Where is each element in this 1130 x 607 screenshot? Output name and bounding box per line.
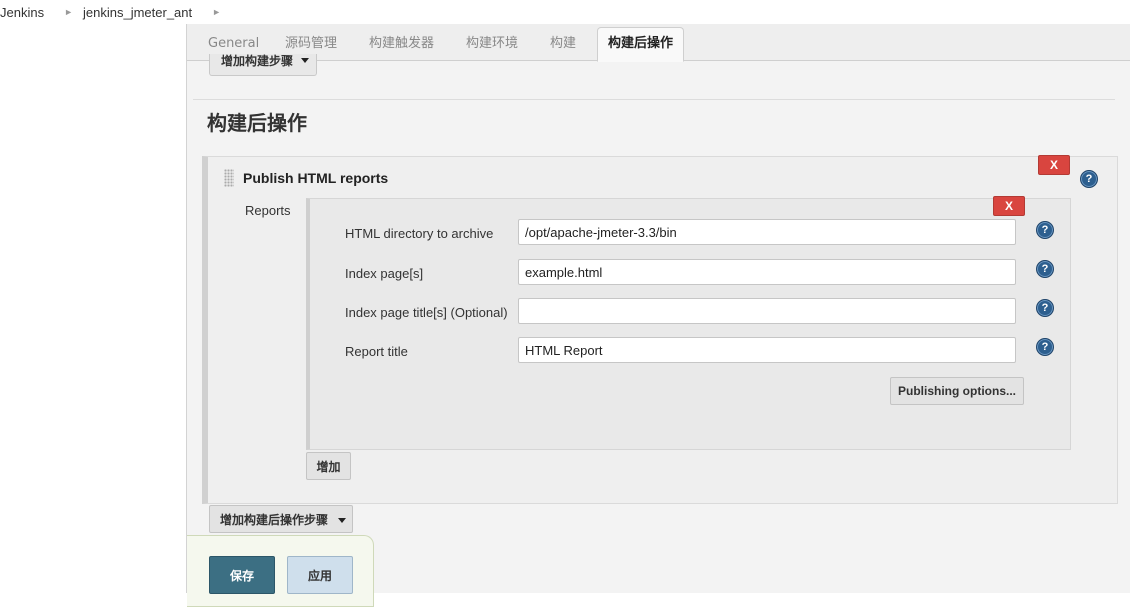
add-report-button[interactable]: 增加	[306, 452, 351, 480]
breadcrumb-jenkins[interactable]: Jenkins	[0, 5, 44, 20]
breadcrumb-job[interactable]: jenkins_jmeter_ant	[83, 5, 192, 20]
report-title-label: Report title	[345, 344, 408, 359]
delete-publisher-button[interactable]: X	[1038, 155, 1070, 175]
caret-down-icon	[338, 518, 346, 523]
html-directory-input[interactable]	[518, 219, 1016, 245]
add-build-step-button[interactable]: 增加构建步骤	[209, 54, 317, 76]
help-icon[interactable]: ?	[1036, 338, 1054, 356]
index-pages-label: Index page[s]	[345, 266, 424, 281]
section-divider	[193, 99, 1115, 100]
left-pane	[0, 24, 186, 593]
save-button[interactable]: 保存	[209, 556, 275, 594]
help-icon[interactable]: ?	[1036, 221, 1054, 239]
tab-build-triggers[interactable]: 构建触发器	[369, 30, 434, 60]
add-build-step-label: 增加构建步骤	[221, 54, 294, 68]
help-icon[interactable]: ?	[1036, 299, 1054, 317]
breadcrumb: Jenkins ► jenkins_jmeter_ant ►	[0, 0, 221, 24]
publish-html-reports-panel: Publish HTML reports X ? Reports X HTML …	[202, 155, 1118, 504]
index-pages-input[interactable]	[518, 259, 1016, 285]
delete-report-button[interactable]: X	[993, 196, 1025, 216]
apply-button[interactable]: 应用	[287, 556, 353, 594]
help-icon[interactable]: ?	[1036, 260, 1054, 278]
add-post-build-step-label: 增加构建后操作步骤	[220, 512, 329, 527]
publisher-title: Publish HTML reports	[243, 170, 389, 186]
section-title: 构建后操作	[207, 111, 307, 135]
tab-build[interactable]: 构建	[550, 30, 576, 60]
config-panel: General 源码管理 构建触发器 构建环境 构建 构建后操作 增加构建步骤 …	[186, 24, 1130, 607]
html-directory-label: HTML directory to archive	[345, 226, 494, 241]
chevron-right-icon[interactable]: ►	[64, 7, 73, 17]
index-page-titles-input[interactable]	[518, 298, 1016, 324]
tab-post-build-actions[interactable]: 构建后操作	[597, 27, 685, 62]
help-icon[interactable]: ?	[1080, 170, 1098, 188]
index-page-titles-label: Index page title[s] (Optional)	[345, 305, 508, 320]
tab-bar: General 源码管理 构建触发器 构建环境 构建 构建后操作	[187, 24, 1130, 62]
caret-down-icon	[301, 58, 309, 63]
publishing-options-button[interactable]: Publishing options...	[890, 377, 1024, 405]
reports-label: Reports	[245, 203, 291, 218]
chevron-right-icon[interactable]: ►	[212, 7, 221, 17]
add-post-build-step-button[interactable]: 增加构建后操作步骤	[209, 505, 353, 533]
report-entry: X HTML directory to archive ? Index page…	[306, 196, 1071, 450]
tab-build-environment[interactable]: 构建环境	[466, 30, 518, 60]
drag-handle-icon[interactable]	[224, 169, 234, 187]
report-title-input[interactable]	[518, 337, 1016, 363]
